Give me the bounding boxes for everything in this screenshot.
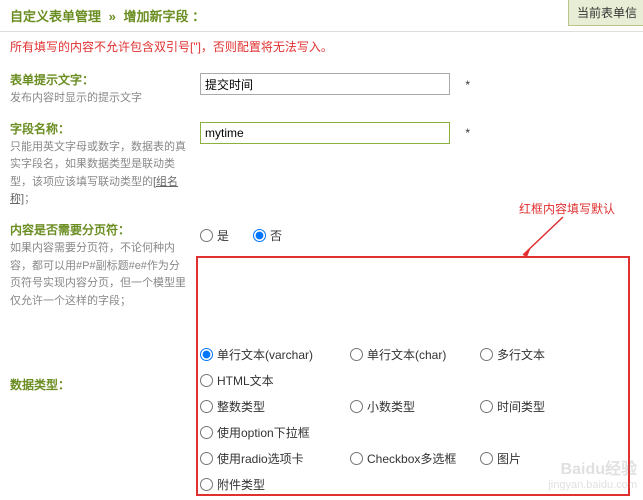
datatype-option[interactable]: 附件类型 xyxy=(200,476,350,493)
breadcrumb-colon: ： xyxy=(192,9,205,24)
datatype-label: 数据类型： xyxy=(10,376,190,393)
datatype-option[interactable] xyxy=(480,424,590,441)
datatype-option[interactable]: 单行文本(char) xyxy=(350,346,480,363)
required-star: * xyxy=(465,126,470,140)
datatype-option[interactable]: 多行文本 xyxy=(480,346,590,363)
paginate-no[interactable]: 否 xyxy=(253,227,282,244)
datatype-option[interactable]: Checkbox多选框 xyxy=(350,450,480,467)
warning-text: 所有填写的内容不允许包含双引号["]，否则配置将无法写入。 xyxy=(0,32,643,65)
breadcrumb-sep: » xyxy=(109,9,116,24)
datatype-option[interactable]: 小数类型 xyxy=(350,398,480,415)
datatype-option[interactable]: 使用radio选项卡 xyxy=(200,450,350,467)
datatype-option[interactable]: 整数类型 xyxy=(200,398,350,415)
breadcrumb-current: 增加新字段 xyxy=(124,9,189,24)
fieldname-input[interactable] xyxy=(200,122,450,144)
hint-label: 表单提示文字： xyxy=(10,71,190,88)
datatype-option[interactable]: 单行文本(varchar) xyxy=(200,346,350,363)
paginate-desc: 如果内容需要分页符，不论何种内容，都可以用#P#副标题#e#作为分页符号实现内容… xyxy=(10,240,190,310)
required-star: * xyxy=(465,78,470,92)
hint-input[interactable] xyxy=(200,73,450,95)
annotation-text: 红框内容填写默认 xyxy=(519,200,615,217)
datatype-option[interactable] xyxy=(350,372,480,389)
datatype-option[interactable] xyxy=(350,424,480,441)
datatype-option[interactable] xyxy=(480,372,590,389)
datatype-option[interactable] xyxy=(350,476,480,493)
datatype-option[interactable]: HTML文本 xyxy=(200,372,350,389)
hint-desc: 发布内容时显示的提示文字 xyxy=(10,90,190,108)
paginate-yes[interactable]: 是 xyxy=(200,227,229,244)
breadcrumb-root[interactable]: 自定义表单管理 xyxy=(10,9,101,24)
fieldname-desc: 只能用英文字母或数字，数据表的真实字段名，如果数据类型是联动类型，该项应该填写联… xyxy=(10,139,190,209)
header: 自定义表单管理 » 增加新字段 ： xyxy=(0,0,643,32)
datatype-option[interactable]: 使用option下拉框 xyxy=(200,424,350,441)
watermark: Baidu经验 jingyan.baidu.com xyxy=(548,460,637,492)
datatype-option[interactable]: 时间类型 xyxy=(480,398,590,415)
current-form-tab[interactable]: 当前表单信 xyxy=(568,0,643,26)
paginate-label: 内容是否需要分页符： xyxy=(10,221,190,238)
fieldname-label: 字段名称： xyxy=(10,120,190,137)
